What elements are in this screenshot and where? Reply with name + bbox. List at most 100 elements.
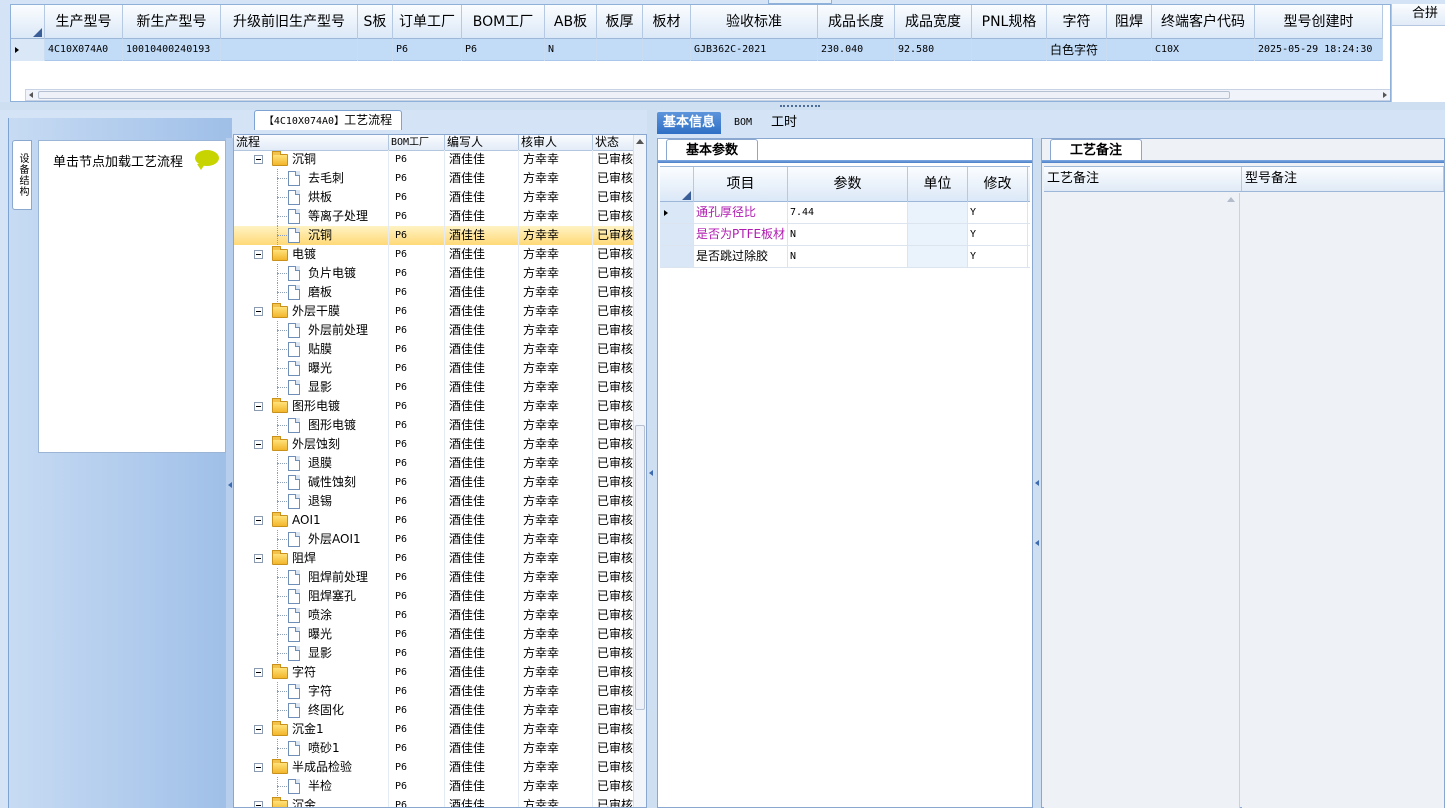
- tree-cell-writer[interactable]: 酒佳佳: [445, 796, 519, 807]
- tree-node[interactable]: 外层前处理: [234, 321, 389, 340]
- tree-row[interactable]: 半成品检验 P6 酒佳佳 方幸幸 已审核: [234, 758, 635, 777]
- collapse-icon[interactable]: [254, 402, 263, 411]
- tree-cell-status[interactable]: 已审核: [593, 568, 635, 587]
- model-grid-cell[interactable]: P6: [462, 39, 545, 61]
- tree-row[interactable]: AOI1 P6 酒佳佳 方幸幸 已审核: [234, 511, 635, 530]
- tree-cell-status[interactable]: 已审核: [593, 777, 635, 796]
- tree-cell-bom[interactable]: P6: [389, 397, 445, 416]
- tree-row[interactable]: 外层干膜 P6 酒佳佳 方幸幸 已审核: [234, 302, 635, 321]
- model-grid-cell[interactable]: 4C10X074A0: [45, 39, 123, 61]
- model-grid-cell[interactable]: N: [545, 39, 597, 61]
- tree-cell-reviewer[interactable]: 方幸幸: [519, 416, 593, 435]
- tree-cell-status[interactable]: 已审核: [593, 302, 635, 321]
- tree-node[interactable]: 终固化: [234, 701, 389, 720]
- tree-cell-status[interactable]: 已审核: [593, 435, 635, 454]
- tree-cell-writer[interactable]: 酒佳佳: [445, 283, 519, 302]
- tree-row[interactable]: 显影 P6 酒佳佳 方幸幸 已审核: [234, 644, 635, 663]
- tree-cell-writer[interactable]: 酒佳佳: [445, 644, 519, 663]
- tree-col-header[interactable]: 流程: [234, 135, 389, 151]
- model-grid-cell[interactable]: 白色字符: [1047, 39, 1107, 61]
- model-grid-col-header[interactable]: 验收标准: [691, 5, 818, 39]
- splitter-arrow-icon[interactable]: [649, 470, 653, 476]
- tree-cell-reviewer[interactable]: 方幸幸: [519, 663, 593, 682]
- tree-cell-status[interactable]: 已审核: [593, 169, 635, 188]
- param-edit-flag[interactable]: Y: [968, 202, 1028, 223]
- collapse-icon[interactable]: [254, 516, 263, 525]
- tree-row[interactable]: 终固化 P6 酒佳佳 方幸幸 已审核: [234, 701, 635, 720]
- tree-cell-writer[interactable]: 酒佳佳: [445, 549, 519, 568]
- tree-cell-bom[interactable]: P6: [389, 758, 445, 777]
- scroll-right-icon[interactable]: [1383, 92, 1387, 98]
- tree-cell-bom[interactable]: P6: [389, 188, 445, 207]
- model-grid-col-header[interactable]: PNL规格: [972, 5, 1047, 39]
- param-item[interactable]: 是否为PTFE板材: [694, 224, 788, 245]
- tree-cell-reviewer[interactable]: 方幸幸: [519, 739, 593, 758]
- tree-row[interactable]: 外层AOI1 P6 酒佳佳 方幸幸 已审核: [234, 530, 635, 549]
- tree-cell-writer[interactable]: 酒佳佳: [445, 397, 519, 416]
- tree-row[interactable]: 阻焊前处理 P6 酒佳佳 方幸幸 已审核: [234, 568, 635, 587]
- tree-cell-bom[interactable]: P6: [389, 321, 445, 340]
- tree-row[interactable]: 去毛刺 P6 酒佳佳 方幸幸 已审核: [234, 169, 635, 188]
- param-item[interactable]: 是否跳过除胶: [694, 246, 788, 267]
- tree-cell-bom[interactable]: P6: [389, 796, 445, 807]
- tree-node[interactable]: 喷砂1: [234, 739, 389, 758]
- model-grid-cell[interactable]: [358, 39, 393, 61]
- tree-cell-reviewer[interactable]: 方幸幸: [519, 606, 593, 625]
- tree-cell-writer[interactable]: 酒佳佳: [445, 720, 519, 739]
- tree-cell-bom[interactable]: P6: [389, 435, 445, 454]
- tree-cell-writer[interactable]: 酒佳佳: [445, 245, 519, 264]
- process-tree-vscrollbar[interactable]: [633, 135, 646, 807]
- tree-node[interactable]: 去毛刺: [234, 169, 389, 188]
- splitter-arrow-icon[interactable]: [1035, 540, 1039, 546]
- tree-cell-writer[interactable]: 酒佳佳: [445, 435, 519, 454]
- tree-cell-status[interactable]: 已审核: [593, 549, 635, 568]
- tree-cell-status[interactable]: 已审核: [593, 207, 635, 226]
- tree-node[interactable]: 曝光: [234, 359, 389, 378]
- tree-node[interactable]: 磨板: [234, 283, 389, 302]
- tree-cell-status[interactable]: 已审核: [593, 245, 635, 264]
- tree-cell-status[interactable]: 已审核: [593, 587, 635, 606]
- tree-col-header[interactable]: BOM工厂: [389, 135, 445, 151]
- tree-cell-reviewer[interactable]: 方幸幸: [519, 378, 593, 397]
- tree-cell-writer[interactable]: 酒佳佳: [445, 416, 519, 435]
- tree-cell-reviewer[interactable]: 方幸幸: [519, 682, 593, 701]
- tree-cell-reviewer[interactable]: 方幸幸: [519, 549, 593, 568]
- tree-cell-writer[interactable]: 酒佳佳: [445, 169, 519, 188]
- tree-cell-writer[interactable]: 酒佳佳: [445, 587, 519, 606]
- tree-cell-reviewer[interactable]: 方幸幸: [519, 530, 593, 549]
- tree-cell-bom[interactable]: P6: [389, 340, 445, 359]
- tree-cell-status[interactable]: 已审核: [593, 359, 635, 378]
- tree-row[interactable]: 等离子处理 P6 酒佳佳 方幸幸 已审核: [234, 207, 635, 226]
- vertical-tab-structure[interactable]: 设备结构: [12, 140, 32, 210]
- tree-node[interactable]: 沉金1: [234, 720, 389, 739]
- tree-cell-writer[interactable]: 酒佳佳: [445, 777, 519, 796]
- tree-cell-reviewer[interactable]: 方幸幸: [519, 169, 593, 188]
- tree-cell-bom[interactable]: P6: [389, 378, 445, 397]
- tree-cell-reviewer[interactable]: 方幸幸: [519, 587, 593, 606]
- tree-node[interactable]: 图形电镀: [234, 416, 389, 435]
- tab-basic-params[interactable]: 基本参数: [666, 139, 758, 161]
- tree-row[interactable]: 阻焊 P6 酒佳佳 方幸幸 已审核: [234, 549, 635, 568]
- tree-cell-bom[interactable]: P6: [389, 473, 445, 492]
- tree-cell-writer[interactable]: 酒佳佳: [445, 150, 519, 169]
- tree-cell-bom[interactable]: P6: [389, 625, 445, 644]
- tree-cell-reviewer[interactable]: 方幸幸: [519, 321, 593, 340]
- tree-cell-status[interactable]: 已审核: [593, 644, 635, 663]
- tree-node[interactable]: 贴膜: [234, 340, 389, 359]
- tree-cell-status[interactable]: 已审核: [593, 796, 635, 807]
- tree-cell-bom[interactable]: P6: [389, 549, 445, 568]
- param-unit[interactable]: [908, 202, 968, 223]
- tree-cell-writer[interactable]: 酒佳佳: [445, 682, 519, 701]
- tree-cell-reviewer[interactable]: 方幸幸: [519, 454, 593, 473]
- param-value[interactable]: N: [788, 246, 908, 267]
- tree-row[interactable]: 沉铜 P6 酒佳佳 方幸幸 已审核: [234, 226, 635, 245]
- param-edit-flag[interactable]: Y: [968, 224, 1028, 245]
- params-col-header[interactable]: 修改: [968, 167, 1028, 202]
- tree-node[interactable]: 碱性蚀刻: [234, 473, 389, 492]
- tree-cell-bom[interactable]: P6: [389, 587, 445, 606]
- tree-cell-status[interactable]: 已审核: [593, 378, 635, 397]
- tree-cell-writer[interactable]: 酒佳佳: [445, 207, 519, 226]
- process-flow-tab[interactable]: 【4C10X074A0】工艺流程: [254, 110, 402, 130]
- tree-cell-status[interactable]: 已审核: [593, 473, 635, 492]
- tree-cell-bom[interactable]: P6: [389, 511, 445, 530]
